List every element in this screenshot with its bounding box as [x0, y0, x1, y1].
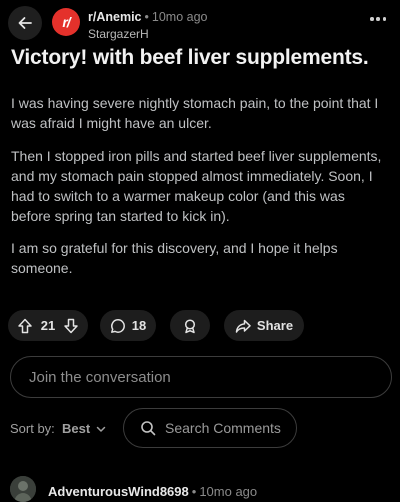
- share-button[interactable]: Share: [224, 310, 304, 341]
- comment-separator: •: [191, 484, 197, 499]
- search-icon: [140, 420, 156, 436]
- comment-count: 18: [131, 318, 147, 333]
- comments-button[interactable]: 18: [100, 310, 156, 341]
- search-comments-button[interactable]: Search Comments: [123, 408, 297, 448]
- join-conversation-input[interactable]: Join the conversation: [10, 356, 392, 398]
- more-options-icon[interactable]: [370, 16, 386, 22]
- vote-count: 21: [40, 318, 56, 333]
- sort-dropdown[interactable]: Best: [62, 421, 106, 436]
- commenter-username[interactable]: AdventurousWind8698: [48, 484, 189, 499]
- arrow-left-icon: [17, 15, 33, 31]
- post-paragraph: I was having severe nightly stomach pain…: [11, 95, 379, 131]
- sort-value: Best: [62, 421, 91, 436]
- downvote-icon[interactable]: [63, 318, 79, 334]
- post-paragraph: I am so grateful for this discovery, and…: [11, 240, 338, 276]
- search-comments-placeholder: Search Comments: [165, 420, 281, 436]
- meta-separator: •: [144, 10, 149, 24]
- award-button[interactable]: [170, 310, 210, 341]
- post-age: 10mo ago: [151, 10, 208, 24]
- subreddit-name[interactable]: r/Anemic: [88, 10, 142, 24]
- chevron-down-icon: [96, 424, 106, 434]
- subreddit-icon[interactable]: r/: [52, 8, 80, 36]
- comment-bubble-icon: [110, 318, 126, 334]
- post-author[interactable]: StargazerH: [88, 27, 149, 41]
- join-conversation-placeholder: Join the conversation: [29, 368, 171, 386]
- post-title: Victory! with beef liver supplements.: [11, 46, 369, 69]
- vote-bar: 21: [8, 310, 88, 341]
- share-arrow-icon: [235, 318, 251, 334]
- sort-label: Sort by:: [10, 421, 55, 436]
- award-icon: [182, 318, 198, 334]
- commenter-avatar[interactable]: [10, 476, 36, 502]
- post-paragraph: Then I stopped iron pills and started be…: [11, 148, 382, 224]
- share-label: Share: [256, 318, 294, 333]
- upvote-icon[interactable]: [17, 318, 33, 334]
- post-meta: r/Anemic • 10mo ago: [88, 10, 208, 24]
- comment-age: 10mo ago: [199, 484, 258, 499]
- comment-meta: AdventurousWind8698 • 10mo ago: [48, 484, 257, 499]
- back-button[interactable]: [8, 6, 42, 40]
